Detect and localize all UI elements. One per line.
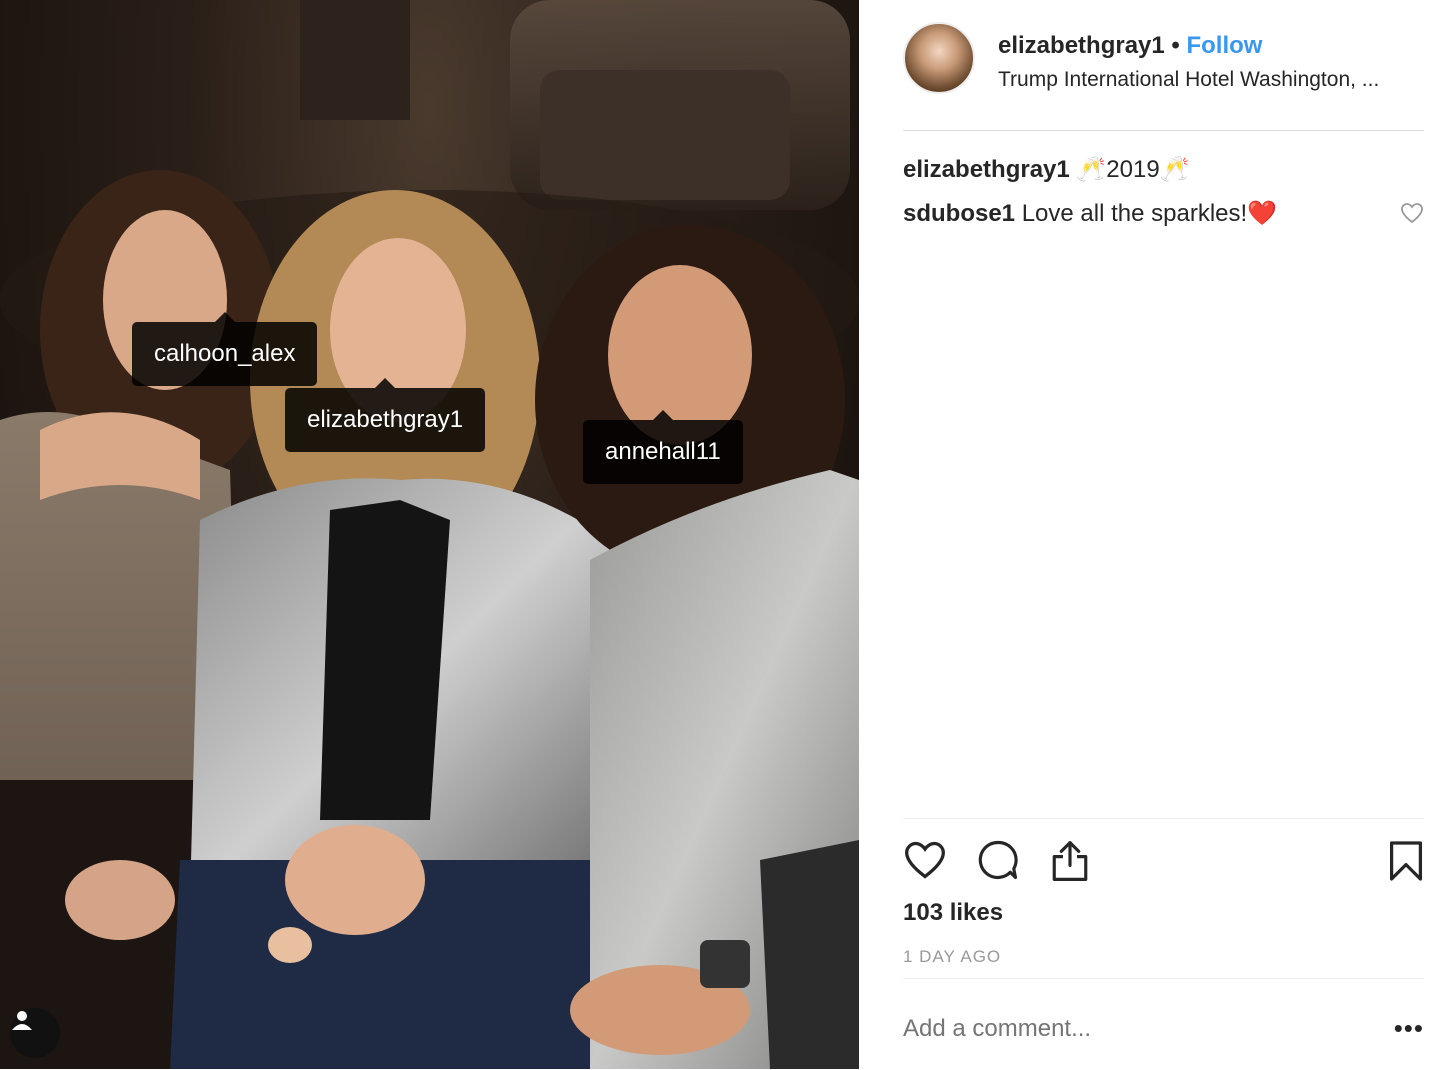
post-actions: 103 likes 1 DAY AGO — [903, 818, 1424, 979]
user-icon — [12, 1011, 32, 1030]
caption: elizabethgray1 🥂2019🥂 — [903, 150, 1424, 194]
share-icon[interactable] — [1049, 839, 1091, 883]
comment-icon[interactable] — [977, 839, 1019, 881]
avatar[interactable] — [903, 22, 975, 94]
more-options-button[interactable]: ••• — [1394, 1013, 1424, 1044]
comment-username[interactable]: elizabethgray1 — [903, 156, 1070, 183]
photo-tag[interactable]: elizabethgray1 — [285, 378, 486, 452]
photo-tag[interactable]: calhoon_alex — [132, 312, 318, 386]
username-link[interactable]: elizabethgray1 — [998, 32, 1165, 59]
post-header: elizabethgray1 • Follow Trump Internatio… — [903, 22, 1424, 131]
likes-count[interactable]: 103 likes — [903, 899, 1003, 927]
add-comment-input[interactable] — [903, 1015, 1343, 1043]
comment-text: 🥂2019🥂 — [1076, 156, 1190, 183]
follow-button[interactable]: Follow — [1186, 32, 1262, 59]
post-side-panel: elizabethgray1 • Follow Trump Internatio… — [859, 0, 1456, 1069]
photo-illustration — [0, 0, 859, 1069]
heart-icon[interactable] — [903, 839, 947, 881]
comments-list: elizabethgray1 🥂2019🥂 sdubose1 Love all … — [903, 150, 1424, 238]
bookmark-icon[interactable] — [1388, 839, 1424, 883]
post-photo[interactable]: calhoon_alex elizabethgray1 annehall11 — [0, 0, 859, 1069]
location-link[interactable]: Trump International Hotel Washington, ..… — [998, 68, 1428, 92]
user-tags-button[interactable] — [10, 1008, 60, 1058]
post-author: elizabethgray1 • Follow — [998, 32, 1262, 60]
heart-icon[interactable] — [1400, 202, 1424, 224]
comment-text: Love all the sparkles!❤️ — [1021, 200, 1278, 227]
comment-username[interactable]: sdubose1 — [903, 200, 1015, 227]
add-comment-bar: ••• — [903, 978, 1424, 1070]
comment: sdubose1 Love all the sparkles!❤️ — [903, 194, 1424, 238]
post-timestamp: 1 DAY AGO — [903, 947, 1002, 966]
separator: • — [1171, 32, 1180, 59]
photo-tag[interactable]: annehall11 — [583, 410, 743, 484]
